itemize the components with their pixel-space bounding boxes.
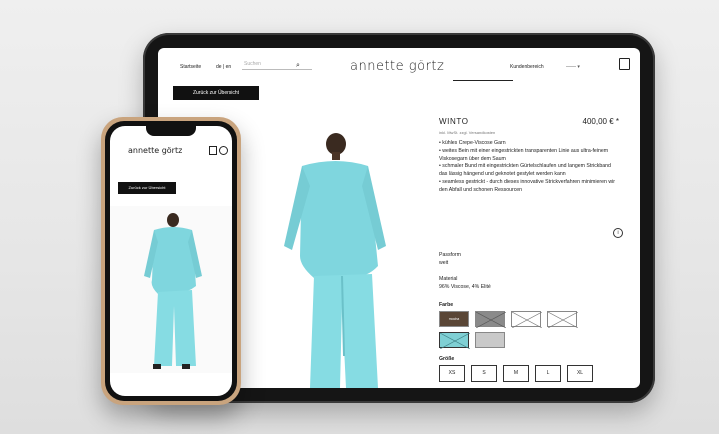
product-title: WINTO: [439, 117, 469, 126]
size-option-m[interactable]: M: [503, 365, 529, 382]
size-option-s[interactable]: S: [471, 365, 497, 382]
search-placeholder: Suchen: [244, 61, 261, 67]
nav-underline: [453, 80, 513, 81]
account-link[interactable]: Kundenbereich: [510, 64, 544, 70]
bullet-item: • seamless gestrickt - durch dieses inno…: [439, 178, 615, 193]
phone-screen: annette görtz Zurück zur Übersicht: [110, 126, 232, 396]
swatch-grey-unavailable[interactable]: [475, 311, 506, 328]
bullet-item: • weites Bein mit einer eingestrickten t…: [439, 147, 609, 162]
bullet-item: • kühles Crepe-Viscose Garn: [439, 140, 506, 146]
swatch-offwhite-unavailable[interactable]: [547, 311, 578, 328]
search-icon[interactable]: ⌕: [296, 62, 300, 70]
product-description: • kühles Crepe-Viscose Garn • weites Bei…: [439, 140, 617, 195]
color-swatches: mocha: [439, 311, 599, 351]
back-to-overview-button[interactable]: Zurück zur Übersicht: [173, 86, 259, 100]
phone-notch: [146, 126, 196, 136]
size-selector: XS S M L XL: [439, 365, 599, 383]
phone-device: annette görtz Zurück zur Übersicht: [101, 117, 241, 405]
tax-note: inkl. MwSt. zzgl. Versandkosten: [439, 130, 496, 135]
swatch-aqua-selected[interactable]: [439, 332, 470, 349]
shopping-bag-icon[interactable]: [619, 58, 630, 70]
fit-label: Passform: [439, 252, 461, 258]
product-photo-mobile: [110, 206, 232, 373]
color-label: Farbe: [439, 302, 454, 308]
search-input[interactable]: Suchen: [242, 61, 312, 70]
language-switch[interactable]: de | en: [216, 64, 231, 70]
account-icon[interactable]: [219, 146, 228, 155]
swatch-lightgrey[interactable]: [475, 332, 505, 348]
size-option-xl[interactable]: XL: [567, 365, 593, 382]
brand-logo-mobile[interactable]: annette görtz: [128, 146, 182, 155]
product-price: 400,00 € *: [582, 117, 619, 126]
account-select[interactable]: —— ▾: [566, 64, 580, 70]
shopping-bag-icon[interactable]: [209, 146, 217, 155]
size-label: Größe: [439, 356, 455, 362]
top-nav: Startseite de | en Suchen ⌕ annette gört…: [158, 48, 640, 82]
nav-home-link[interactable]: Startseite: [180, 64, 201, 70]
bullet-item: • schmaler Bund mit eingestrickten Gürte…: [439, 163, 611, 178]
size-option-xs[interactable]: XS: [439, 365, 465, 382]
info-icon[interactable]: i: [613, 228, 623, 238]
material-label: Material: [439, 276, 458, 282]
swatch-mocha[interactable]: mocha: [439, 311, 469, 327]
fit-value: weit: [439, 260, 449, 266]
back-to-overview-button-mobile[interactable]: Zurück zur Übersicht: [118, 182, 176, 194]
swatch-white-unavailable[interactable]: [511, 311, 542, 328]
material-value: 96% Viscose, 4% Elité: [439, 284, 491, 290]
size-option-l[interactable]: L: [535, 365, 561, 382]
brand-logo[interactable]: annette görtz: [350, 59, 444, 74]
product-photo: [244, 116, 414, 388]
phone-bezel: annette görtz Zurück zur Übersicht: [105, 121, 237, 401]
